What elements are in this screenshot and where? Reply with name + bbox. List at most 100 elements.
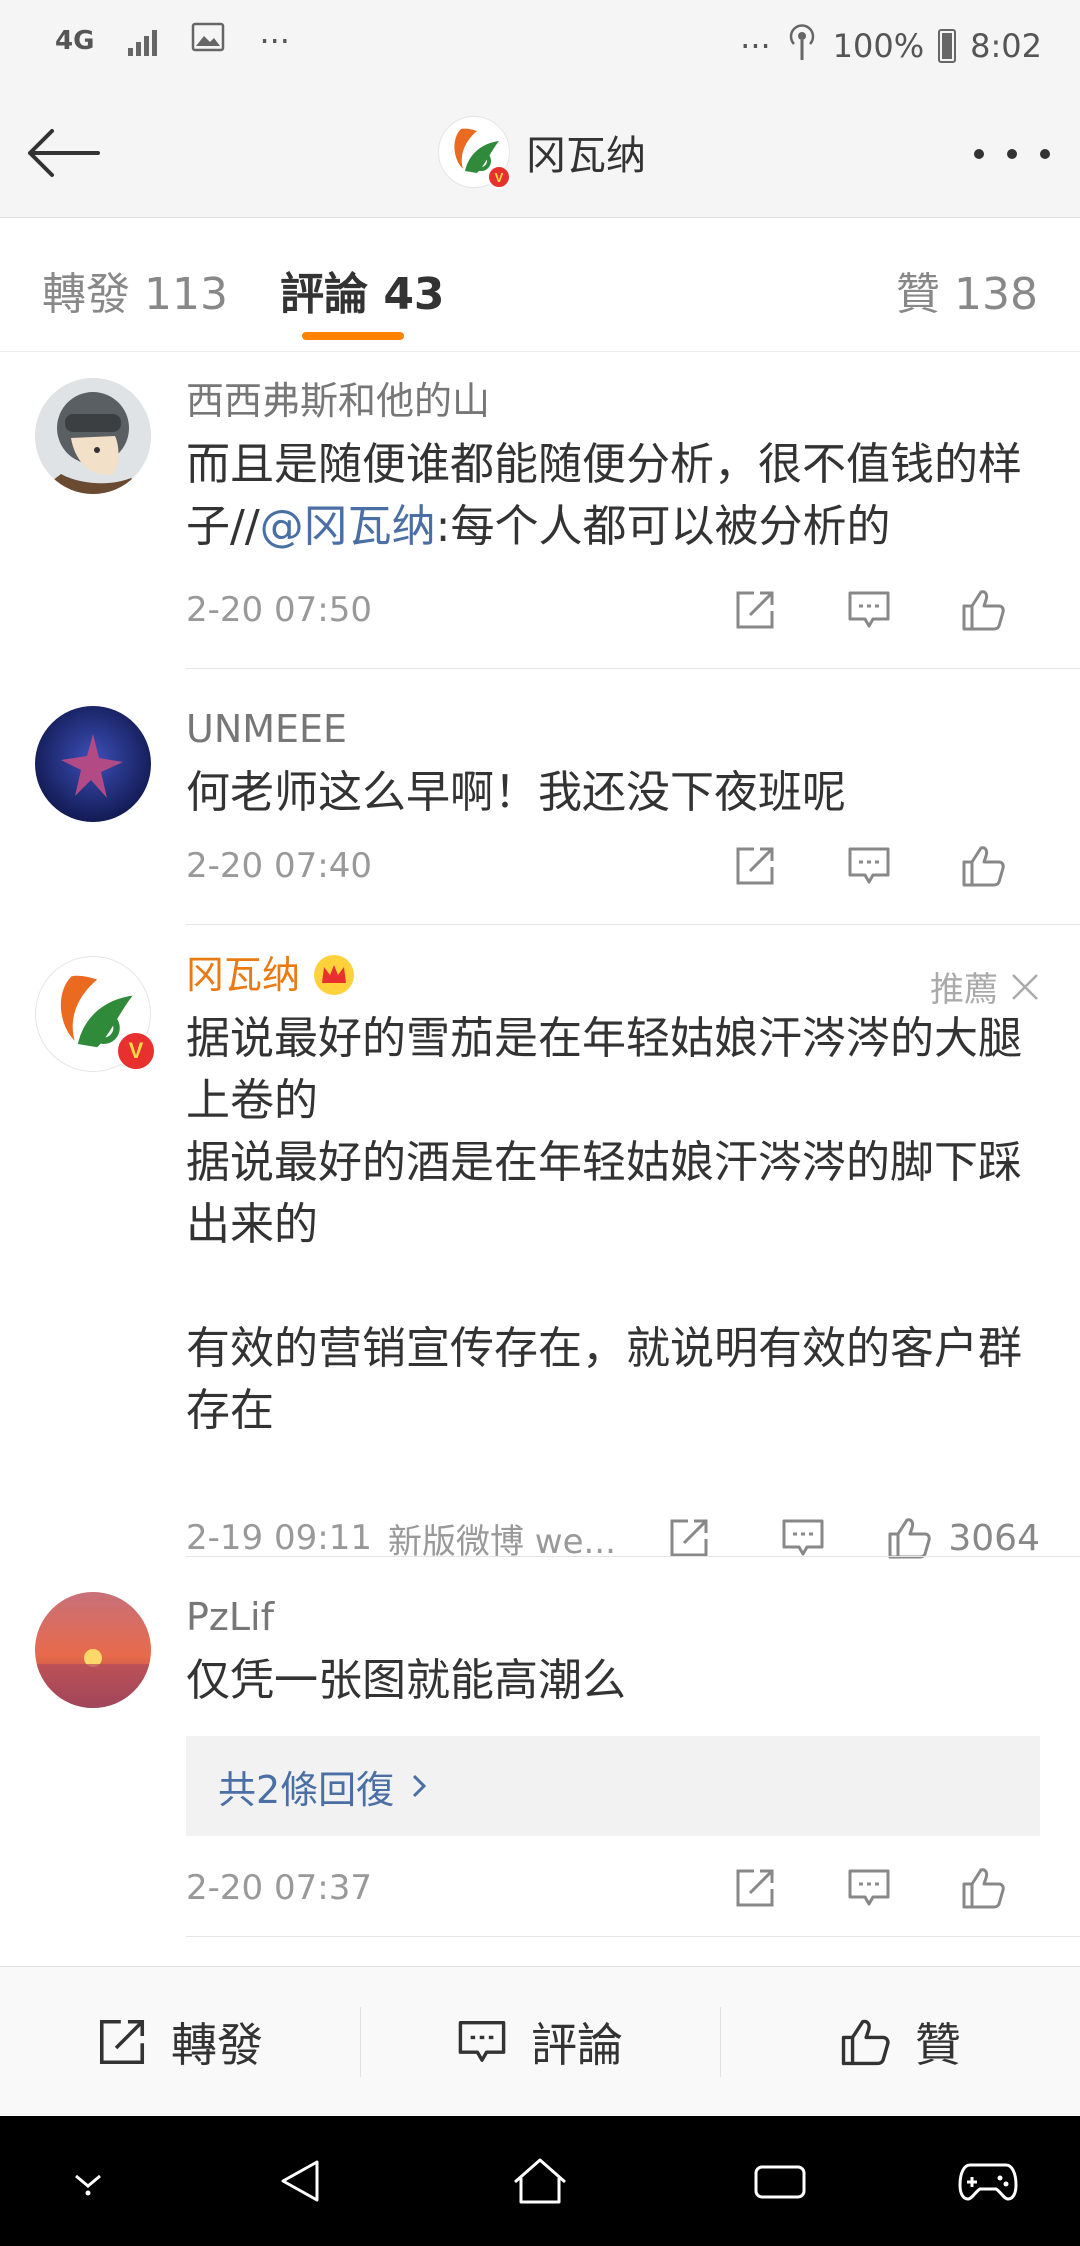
- share-icon: [736, 1869, 774, 1907]
- divider: [186, 668, 1080, 669]
- share-icon: [736, 847, 774, 885]
- divider: [186, 924, 1080, 925]
- comment-time: 2-20 07:40: [186, 846, 372, 886]
- chevron-right-icon: [413, 1774, 427, 1798]
- status-more: ···: [740, 27, 771, 65]
- status-bar: 4G ··· ··· 100% 8:02: [0, 0, 1080, 90]
- comment-icon: [458, 2020, 506, 2062]
- nav-home-button[interactable]: [510, 2151, 570, 2211]
- like-button[interactable]: [926, 580, 1040, 640]
- image-notification-icon: [191, 22, 225, 60]
- username-text[interactable]: 冈瓦纳: [186, 950, 300, 1000]
- nav-bar: V 冈瓦纳: [0, 90, 1080, 218]
- like-button-main[interactable]: 贊: [720, 1967, 1080, 2116]
- mention-link[interactable]: @冈瓦纳: [260, 501, 436, 552]
- replies-text: 共2條回復: [218, 1767, 395, 1812]
- comment-text: 据说最好的雪茄是在年轻姑娘汗涔涔的大腿上卷的 据说最好的酒是在年轻姑娘汗涔涔的脚…: [186, 1013, 1022, 1436]
- comment-username[interactable]: UNMEEE: [186, 704, 1040, 754]
- share-icon: [99, 2019, 145, 2064]
- verified-badge: V: [116, 1031, 156, 1071]
- comment-username[interactable]: 冈瓦纳: [186, 950, 1040, 1000]
- comment-username[interactable]: 西西弗斯和他的山: [186, 376, 1040, 426]
- thumbs-up-icon: [962, 590, 1005, 631]
- recommend-text: 推薦: [930, 970, 998, 1010]
- tab-reposts[interactable]: 轉發 113: [42, 258, 228, 322]
- dot-icon: [1007, 149, 1017, 159]
- comment-item: 西西弗斯和他的山 而且是随便谁都能随便分析，很不值钱的样子//@冈瓦纳:每个人都…: [0, 352, 1080, 670]
- reply-button[interactable]: [812, 1858, 926, 1918]
- comment-text-part: :每个人都可以被分析的: [435, 501, 891, 552]
- reply-button[interactable]: [812, 580, 926, 640]
- hotspot-icon: [785, 22, 819, 70]
- comment-button[interactable]: 評論: [360, 1967, 720, 2116]
- comment-icon: [782, 1519, 824, 1556]
- comment-item: PzLif 仅凭一张图就能高潮么 共2條回復 2-20 07:37: [0, 1558, 1080, 1938]
- like-count: 3064: [948, 1517, 1040, 1559]
- bottom-action-bar: 轉發 評論 贊: [0, 1966, 1080, 2116]
- comment-text: 何老师这么早啊！我还没下夜班呢: [186, 767, 846, 818]
- nav-back-button[interactable]: [270, 2151, 330, 2211]
- like-label: 贊: [915, 2017, 961, 2072]
- verified-badge: V: [487, 165, 511, 189]
- thumbs-up-icon: [841, 2019, 890, 2065]
- comment-item-author: V 冈瓦纳 据说最好的雪茄是在年轻姑娘汗涔涔的大腿上卷的 据说最好的酒是在年轻姑…: [0, 926, 1080, 1562]
- close-icon[interactable]: [1010, 972, 1040, 1002]
- thumbs-up-icon: [962, 1868, 1005, 1909]
- tab-bar: 轉發 113 評論 43 贊 138: [0, 218, 1080, 352]
- active-tab-indicator: [302, 332, 404, 340]
- recommend-label[interactable]: 推薦: [930, 962, 1040, 1011]
- game-tools-button[interactable]: [958, 2151, 1018, 2211]
- like-button[interactable]: [926, 836, 1040, 896]
- share-icon: [736, 591, 774, 629]
- nav-recents-button[interactable]: [750, 2151, 810, 2211]
- pilot-avatar-icon: [35, 378, 151, 494]
- like-button[interactable]: 3064: [886, 1516, 1040, 1560]
- user-avatar[interactable]: [35, 706, 151, 822]
- nav-avatar[interactable]: V: [438, 116, 511, 189]
- comment-icon: [848, 1869, 890, 1906]
- comment-time: 2-20 07:50: [186, 590, 372, 630]
- signal-icon: [128, 26, 158, 56]
- thumbs-up-icon: [962, 846, 1005, 887]
- repost-label: 轉發: [171, 2017, 263, 2072]
- comment-text: 仅凭一张图就能高潮么: [186, 1655, 626, 1706]
- gamepad-icon: [958, 2163, 1018, 2201]
- user-avatar[interactable]: [35, 378, 151, 494]
- share-button[interactable]: [698, 1858, 812, 1918]
- back-arrow-icon: [28, 129, 100, 177]
- user-avatar[interactable]: [35, 1592, 151, 1708]
- sunset-avatar-icon: [35, 1592, 151, 1708]
- comment-time: 2-20 07:37: [186, 1868, 372, 1908]
- nav-profile[interactable]: V 冈瓦纳: [438, 116, 646, 189]
- divider: [186, 1936, 1080, 1937]
- like-button[interactable]: [926, 1858, 1040, 1918]
- system-nav-bar: [0, 2116, 1080, 2246]
- clock: 8:02: [970, 27, 1042, 65]
- replies-link[interactable]: 共2條回復: [186, 1736, 1040, 1836]
- thumbs-up-icon: [888, 1518, 932, 1559]
- repost-button[interactable]: 轉發: [0, 1967, 360, 2116]
- reply-button[interactable]: [812, 836, 926, 896]
- back-button[interactable]: [26, 120, 106, 186]
- battery-percent: 100%: [832, 27, 925, 65]
- dot-icon: [974, 149, 984, 159]
- comment-icon: [848, 847, 890, 884]
- user-avatar[interactable]: V: [35, 956, 156, 1072]
- triangle-back-icon: [281, 2160, 319, 2202]
- comment-item: UNMEEE 何老师这么早啊！我还没下夜班呢 2-20 07:40: [0, 670, 1080, 926]
- network-indicator: 4G: [55, 26, 95, 56]
- home-icon: [514, 2158, 566, 2204]
- share-icon: [670, 1519, 708, 1557]
- comment-text: 而且是随便谁都能随便分析，很不值钱的样子//@冈瓦纳:每个人都可以被分析的: [186, 434, 1040, 558]
- tab-comments[interactable]: 評論 43: [280, 258, 445, 322]
- hide-keyboard-button[interactable]: [58, 2151, 118, 2211]
- crown-icon: [314, 955, 355, 995]
- more-options-button[interactable]: [974, 130, 1050, 178]
- share-button[interactable]: [698, 836, 812, 896]
- share-button[interactable]: [698, 580, 812, 640]
- comment-username[interactable]: PzLif: [186, 1592, 1040, 1642]
- tab-likes[interactable]: 贊 138: [896, 258, 1038, 322]
- comment-icon: [848, 591, 890, 628]
- divider: [186, 1556, 1080, 1557]
- comment-time: 2-19 09:11: [186, 1518, 372, 1558]
